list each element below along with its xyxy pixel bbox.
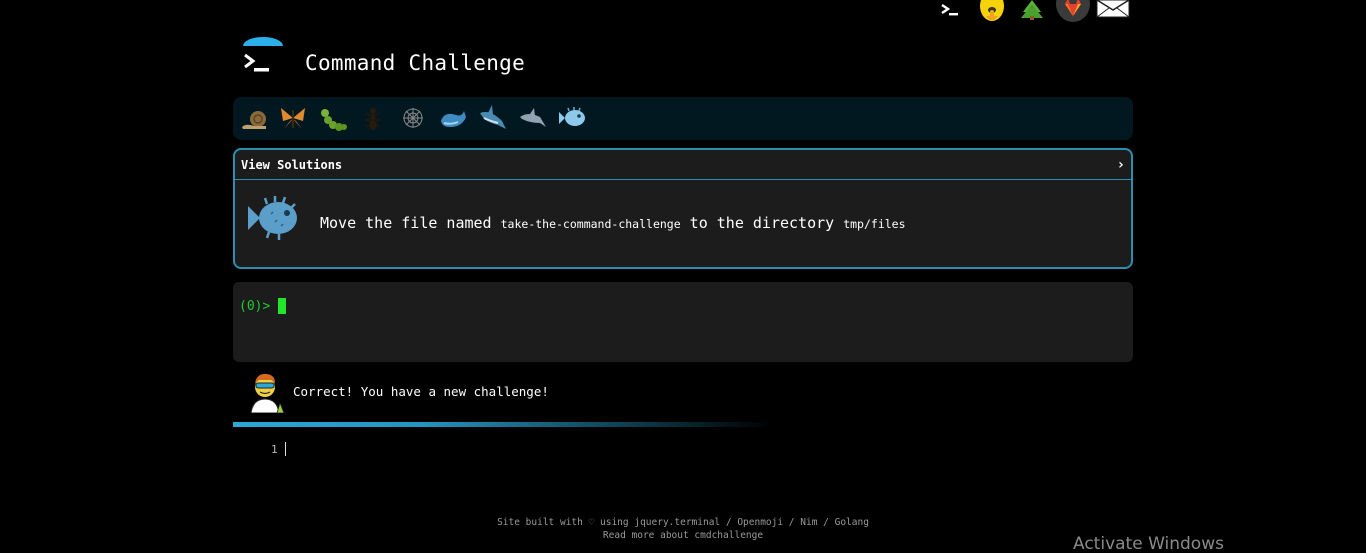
scientist-avatar-icon (245, 369, 287, 414)
footer-line-1: Site built with ♡ using jquery.terminal … (497, 517, 869, 528)
terminal-cursor (278, 298, 286, 314)
nim-link[interactable]: Nim (800, 517, 817, 528)
openmoji-link[interactable]: Openmoji (737, 517, 783, 528)
logo[interactable] (240, 37, 286, 79)
challenge-panel: View Solutions › Move the file named tak… (233, 148, 1133, 269)
shark-icon[interactable] (478, 103, 508, 133)
activate-windows-watermark: Activate Windows (1073, 534, 1224, 553)
whale-icon[interactable] (438, 103, 468, 133)
caterpillar-icon[interactable] (318, 103, 348, 133)
editor-caret[interactable] (285, 442, 286, 456)
terminal[interactable]: (0)> (233, 282, 1133, 362)
progress-bar (233, 422, 773, 427)
chevron-right-icon[interactable]: › (1117, 157, 1125, 173)
shushing-face-icon[interactable] (978, 0, 1006, 28)
challenge-description: Move the file named take-the-command-cha… (320, 214, 906, 232)
gitlab-icon[interactable] (1056, 0, 1090, 26)
blowfish-icon[interactable] (558, 103, 588, 133)
file-name: take-the-command-challenge (500, 217, 681, 231)
line-number: 1 (271, 443, 278, 456)
read-more-link[interactable]: Read more about cmdchallenge (603, 530, 763, 541)
spider-web-icon[interactable] (398, 103, 428, 133)
page-title: Command Challenge (305, 51, 526, 75)
butterfly-icon[interactable] (278, 103, 308, 133)
level-selector (233, 97, 1133, 140)
terminal-prompt: (0)> (239, 299, 271, 314)
ant-icon[interactable] (358, 103, 388, 133)
dolphin-icon[interactable] (518, 103, 548, 133)
blowfish-icon (245, 194, 301, 240)
golang-link[interactable]: Golang (835, 517, 869, 528)
feedback-message: Correct! You have a new challenge! (293, 384, 549, 399)
jquery-terminal-link[interactable]: jquery.terminal (634, 517, 720, 528)
directory-name: tmp/files (843, 217, 906, 231)
snail-icon[interactable] (240, 103, 270, 133)
envelope-icon[interactable] (1096, 0, 1130, 24)
view-solutions-bar[interactable]: View Solutions › (235, 150, 1131, 180)
tree-icon[interactable] (1020, 0, 1044, 24)
view-solutions-label[interactable]: View Solutions (241, 158, 342, 172)
terminal-icon[interactable] (939, 0, 961, 24)
